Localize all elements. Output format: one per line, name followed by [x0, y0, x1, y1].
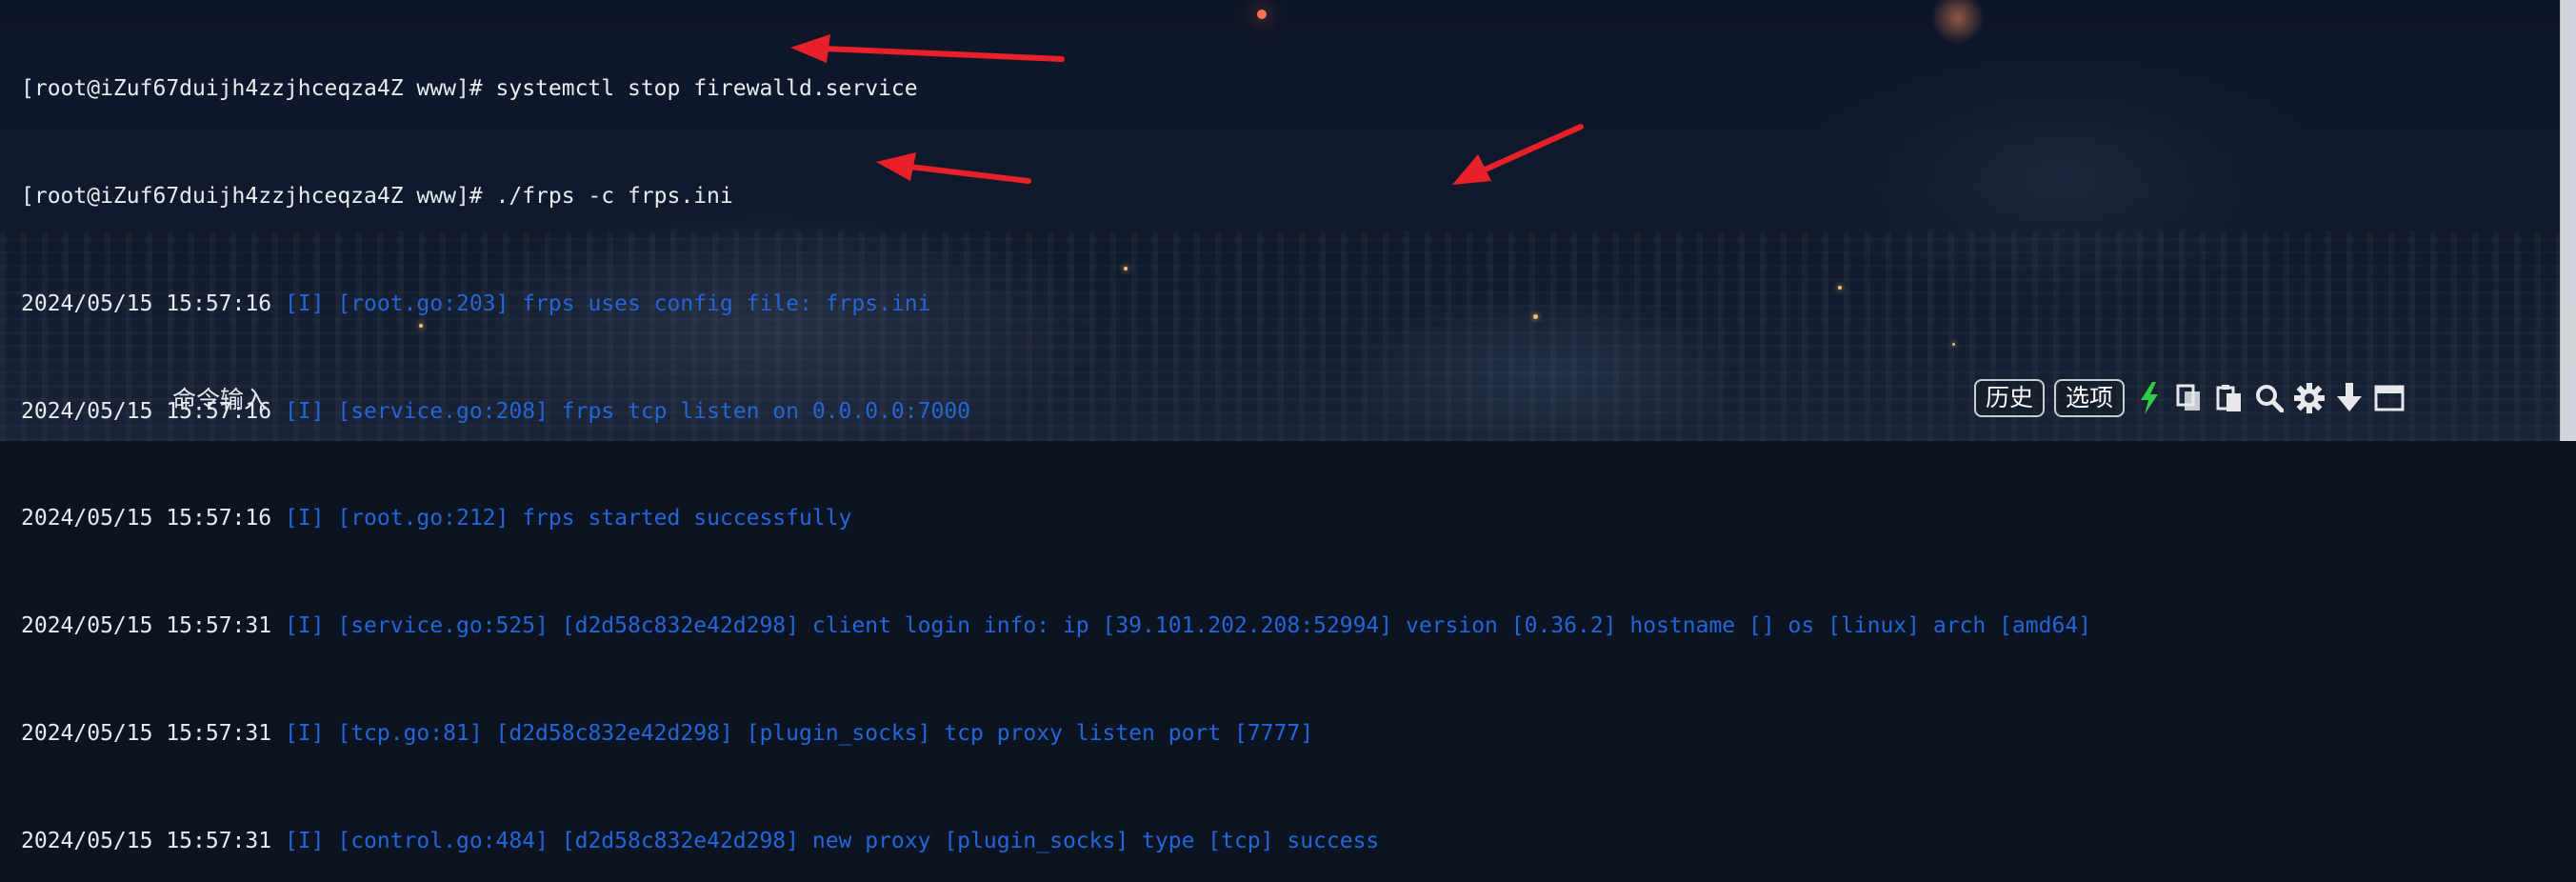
log-message: [I] [tcp.go:81] [d2d58c832e42d298] [plug… [271, 720, 1314, 746]
terminal-line: 2024/05/15 15:57:31 [I] [control.go:484]… [21, 824, 2566, 860]
terminal-line: 2024/05/15 15:57:31 [I] [tcp.go:81] [d2d… [21, 716, 2566, 752]
log-timestamp: 2024/05/15 15:57:16 [21, 506, 272, 531]
terminal-line: 2024/05/15 15:57:16 [I] [root.go:203] fr… [21, 287, 2566, 323]
download-icon[interactable] [2334, 381, 2365, 415]
terminal-output[interactable]: [root@iZuf67duijh4zzjhceqza4Z www]# syst… [21, 0, 2566, 882]
options-button[interactable]: 选项 [2053, 379, 2125, 417]
log-timestamp: 2024/05/15 15:57:31 [21, 720, 272, 746]
terminal-line: 2024/05/15 15:57:16 [I] [root.go:212] fr… [21, 501, 2566, 537]
gear-icon[interactable] [2294, 381, 2325, 415]
vertical-scrollbar[interactable] [2560, 0, 2576, 441]
terminal-line: 2024/05/15 15:57:31 [I] [service.go:525]… [21, 609, 2566, 645]
log-timestamp: 2024/05/15 15:57:31 [21, 828, 272, 853]
copy-icon[interactable] [2174, 381, 2205, 415]
window-icon[interactable] [2374, 381, 2405, 415]
search-icon[interactable] [2254, 381, 2285, 415]
log-message: [I] [control.go:484] [d2d58c832e42d298] … [271, 828, 1380, 853]
log-message: [I] [service.go:208] frps tcp listen on … [271, 398, 971, 424]
terminal-line: [root@iZuf67duijh4zzjhceqza4Z www]# syst… [21, 76, 918, 102]
command-input-label[interactable]: 命令输入 [172, 381, 268, 415]
log-message: [I] [root.go:212] frps started successfu… [271, 506, 852, 531]
history-button[interactable]: 历史 [1973, 379, 2045, 417]
terminal-line: [root@iZuf67duijh4zzjhceqza4Z www]# ./fr… [21, 183, 733, 209]
log-message: [I] [service.go:525] [d2d58c832e42d298] … [271, 613, 2092, 639]
log-message: [I] [root.go:203] frps uses config file:… [271, 291, 931, 316]
log-timestamp: 2024/05/15 15:57:31 [21, 613, 272, 639]
terminal-toolbar: 历史 选项 [1973, 374, 2405, 422]
log-timestamp: 2024/05/15 15:57:16 [21, 291, 272, 316]
lightning-icon[interactable] [2134, 381, 2165, 415]
paste-icon[interactable] [2214, 381, 2245, 415]
